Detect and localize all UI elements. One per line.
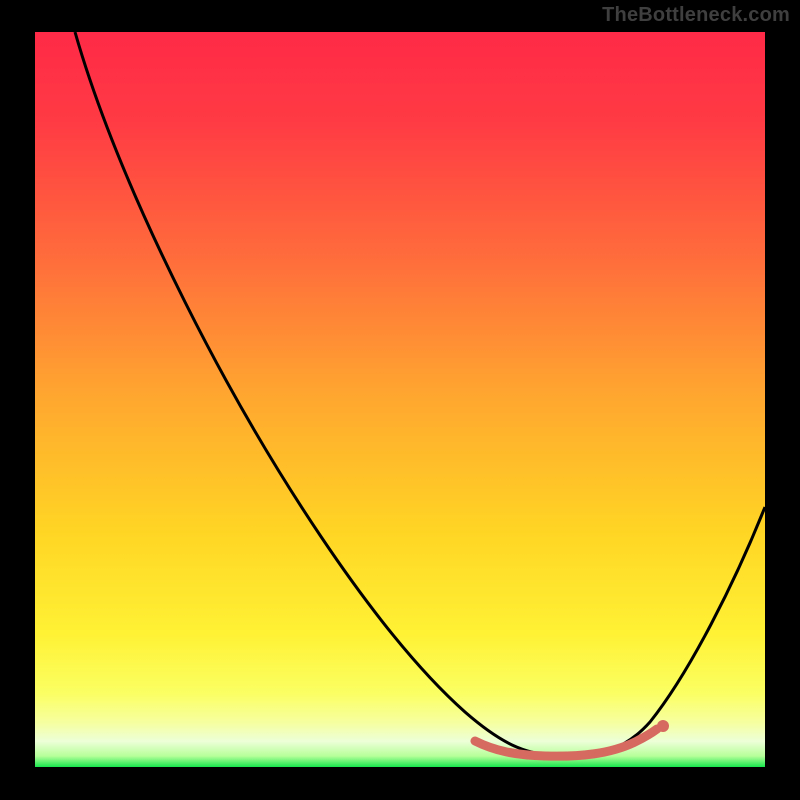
chart-container: TheBottleneck.com <box>0 0 800 800</box>
optimal-point-marker <box>657 720 669 732</box>
watermark-text: TheBottleneck.com <box>602 4 790 27</box>
heatmap-background <box>35 32 765 767</box>
bottleneck-chart <box>35 32 765 767</box>
